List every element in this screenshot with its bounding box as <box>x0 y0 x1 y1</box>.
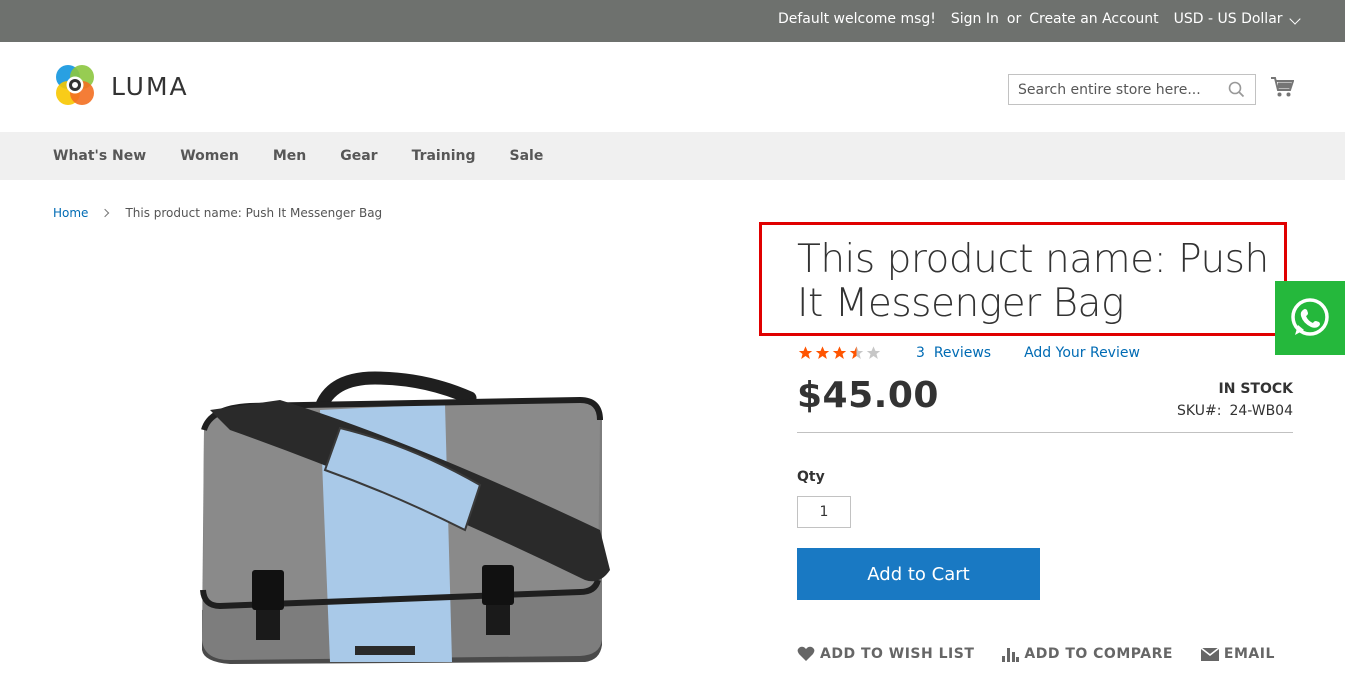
create-account-link[interactable]: Create an Account <box>1029 11 1158 27</box>
nav-item-sale[interactable]: Sale <box>509 148 543 164</box>
header-links: Default welcome msg! Sign In or Create a… <box>777 11 1301 27</box>
qty-label: Qty <box>797 469 825 485</box>
sku-label: SKU#: <box>1177 403 1222 419</box>
luma-logo-icon <box>56 65 94 105</box>
compare-label: Add to Compare <box>1024 646 1173 662</box>
star-filled-icon <box>815 346 830 359</box>
divider <box>797 432 1293 433</box>
search-box <box>1008 74 1256 105</box>
add-to-cart-button[interactable]: Add to Cart <box>797 548 1040 600</box>
nav-item-gear[interactable]: Gear <box>340 148 377 164</box>
welcome-message: Default welcome msg! <box>777 11 936 27</box>
sku: SKU#: 24-WB04 <box>1177 403 1293 419</box>
currency-switcher[interactable]: USD - US Dollar <box>1173 11 1301 27</box>
cart-icon[interactable] <box>1270 76 1294 98</box>
product-price: $45.00 <box>797 375 939 416</box>
bar-chart-icon <box>1002 647 1020 662</box>
reviews-link[interactable]: 3 Reviews <box>916 345 991 361</box>
rating-summary: 3 Reviews Add Your Review <box>797 345 1140 361</box>
star-filled-icon <box>832 346 847 359</box>
sku-value: 24-WB04 <box>1229 403 1293 419</box>
nav-item-whats-new[interactable]: What's New <box>53 148 146 164</box>
email-link[interactable]: Email <box>1200 646 1275 662</box>
breadcrumb-current: This product name: Push It Messenger Bag <box>125 206 383 220</box>
nav-item-women[interactable]: Women <box>180 148 239 164</box>
rating-stars <box>797 345 882 361</box>
header: LUMA <box>0 42 1345 132</box>
reviews-label: Reviews <box>933 345 992 361</box>
review-count: 3 <box>916 345 925 361</box>
qty-input[interactable] <box>797 496 851 528</box>
currency-label: USD - US Dollar <box>1173 11 1283 27</box>
logo[interactable]: LUMA <box>53 64 189 108</box>
wishlist-label: Add to Wish List <box>820 646 975 662</box>
add-to-wishlist-link[interactable]: Add to Wish List <box>797 646 974 662</box>
product-image[interactable] <box>190 370 620 670</box>
whatsapp-button[interactable] <box>1275 281 1345 355</box>
star-filled-icon <box>798 346 813 359</box>
breadcrumb-home-link[interactable]: Home <box>53 206 88 220</box>
add-review-link[interactable]: Add Your Review <box>1024 345 1140 361</box>
logo-text: LUMA <box>111 71 189 101</box>
search-icon[interactable] <box>1228 81 1245 98</box>
nav-item-training[interactable]: Training <box>412 148 476 164</box>
envelope-icon <box>1200 647 1219 661</box>
add-to-compare-link[interactable]: Add to Compare <box>1002 646 1173 662</box>
main-navigation: What's New Women Men Gear Training Sale <box>0 132 1345 180</box>
star-half-icon <box>849 346 864 359</box>
search-input[interactable] <box>1009 75 1219 104</box>
heart-icon <box>797 646 815 661</box>
product-actions: Add to Wish List Add to Compare Email <box>797 646 1303 662</box>
star-empty-icon <box>866 346 881 359</box>
sign-in-link[interactable]: Sign In <box>951 11 999 27</box>
top-bar: Default welcome msg! Sign In or Create a… <box>0 0 1345 42</box>
chevron-right-icon <box>101 208 110 218</box>
chevron-down-icon <box>1289 13 1301 25</box>
whatsapp-icon <box>1291 298 1329 336</box>
email-label: Email <box>1223 646 1275 662</box>
nav-item-men[interactable]: Men <box>273 148 306 164</box>
or-text: or <box>1006 11 1022 27</box>
breadcrumb: Home This product name: Push It Messenge… <box>53 206 382 220</box>
stock-status: In stock <box>1218 381 1293 397</box>
product-title: This product name: Push It Messenger Bag <box>797 237 1269 326</box>
